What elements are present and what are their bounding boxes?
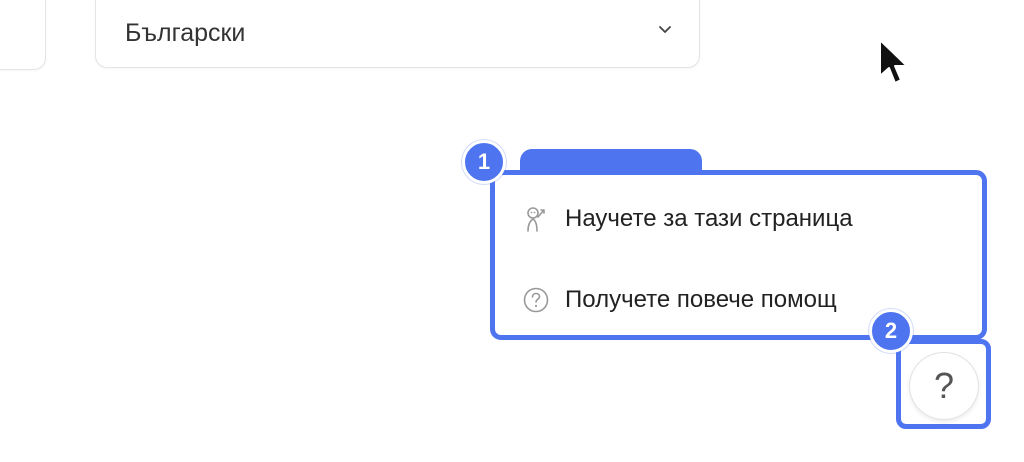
annotation-badge-2: 2 (869, 309, 913, 353)
help-button[interactable]: ? (909, 352, 979, 420)
partial-card (0, 0, 46, 70)
screen: Български Научете за тази страница Получ… (0, 0, 1024, 462)
help-button-highlight: ? (896, 339, 991, 429)
annotation-badge-1: 1 (462, 140, 506, 184)
mouse-cursor-icon (879, 39, 908, 84)
help-menu: Научете за тази страница Получете повече… (490, 170, 987, 340)
chevron-down-icon (659, 26, 671, 33)
question-circle-icon (521, 285, 551, 315)
language-select-value: Български (125, 19, 246, 47)
menu-item-label: Научете за тази страница (565, 205, 853, 232)
tour-person-icon (521, 204, 551, 234)
menu-item-label: Получете повече помощ (565, 286, 837, 313)
menu-item-more-help[interactable]: Получете повече помощ (521, 280, 837, 320)
help-icon: ? (933, 365, 955, 406)
menu-item-learn-page[interactable]: Научете за тази страница (521, 199, 853, 239)
language-select[interactable]: Български (95, 0, 700, 68)
